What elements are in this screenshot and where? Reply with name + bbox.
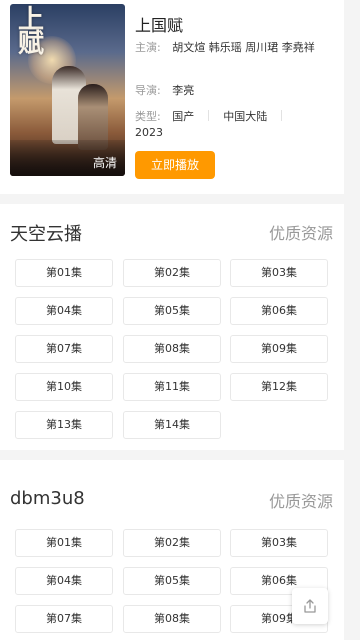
episode-button[interactable]: 第13集 bbox=[15, 411, 113, 439]
episode-button[interactable]: 第03集 bbox=[230, 259, 328, 287]
episode-button[interactable]: 第09集 bbox=[230, 335, 328, 363]
episode-button[interactable]: 第01集 bbox=[15, 529, 113, 557]
episode-button[interactable]: 第12集 bbox=[230, 373, 328, 401]
share-icon bbox=[304, 599, 316, 613]
cast-label: 主演: bbox=[135, 41, 161, 54]
episode-button[interactable]: 第02集 bbox=[123, 259, 221, 287]
movie-detail-card: 上 赋 高清 上国赋 主演: 胡文煊 韩乐瑶 周川珺 李堯祥 导演: 李亮 类型… bbox=[0, 0, 344, 194]
source-panel: 天空云播 优质资源 第01集 第02集 第03集 第04集 第05集 第06集 … bbox=[0, 204, 344, 450]
source-quality-tag: 优质资源 bbox=[268, 492, 333, 511]
episode-button[interactable]: 第08集 bbox=[123, 605, 221, 633]
episode-button[interactable]: 第07集 bbox=[15, 335, 113, 363]
source-name: 天空云播 bbox=[10, 224, 82, 245]
episode-button[interactable]: 第05集 bbox=[123, 567, 221, 595]
quality-badge: 高清 bbox=[92, 156, 117, 170]
episode-button[interactable]: 第02集 bbox=[123, 529, 221, 557]
region-value: 中国大陆 bbox=[223, 110, 268, 123]
share-button[interactable] bbox=[292, 588, 328, 624]
episode-button[interactable]: 第03集 bbox=[230, 529, 328, 557]
type-label: 类型: bbox=[135, 110, 161, 123]
divider bbox=[208, 110, 210, 121]
episode-button[interactable]: 第11集 bbox=[123, 373, 221, 401]
episode-button[interactable]: 第01集 bbox=[15, 259, 113, 287]
episode-button[interactable]: 第06集 bbox=[230, 297, 328, 325]
poster-title-calligraphy: 上 赋 bbox=[18, 5, 45, 59]
type-value: 国产 bbox=[172, 110, 195, 123]
year-value: 2023 bbox=[135, 126, 163, 139]
director-value: 李亮 bbox=[172, 84, 195, 97]
episode-button[interactable]: 第05集 bbox=[123, 297, 221, 325]
episode-button[interactable]: 第04集 bbox=[15, 567, 113, 595]
episode-button[interactable]: 第04集 bbox=[15, 297, 113, 325]
type-row: 类型: 国产 中国大陆 2023 bbox=[135, 109, 330, 141]
source-name: dbm3u8 bbox=[10, 488, 85, 509]
cast-row: 主演: 胡文煊 韩乐瑶 周川珺 李堯祥 bbox=[135, 40, 325, 56]
episode-button[interactable]: 第08集 bbox=[123, 335, 221, 363]
play-now-button[interactable]: 立即播放 bbox=[135, 151, 215, 179]
director-label: 导演: bbox=[135, 84, 161, 97]
director-row: 导演: 李亮 bbox=[135, 83, 194, 99]
episode-button[interactable]: 第07集 bbox=[15, 605, 113, 633]
cast-value: 胡文煊 韩乐瑶 周川珺 李堯祥 bbox=[172, 41, 315, 54]
movie-title: 上国赋 bbox=[135, 16, 184, 35]
episode-button[interactable]: 第14集 bbox=[123, 411, 221, 439]
source-quality-tag: 优质资源 bbox=[268, 224, 333, 243]
poster-image[interactable]: 上 赋 高清 bbox=[10, 4, 125, 176]
divider bbox=[281, 110, 283, 121]
episode-button[interactable]: 第10集 bbox=[15, 373, 113, 401]
